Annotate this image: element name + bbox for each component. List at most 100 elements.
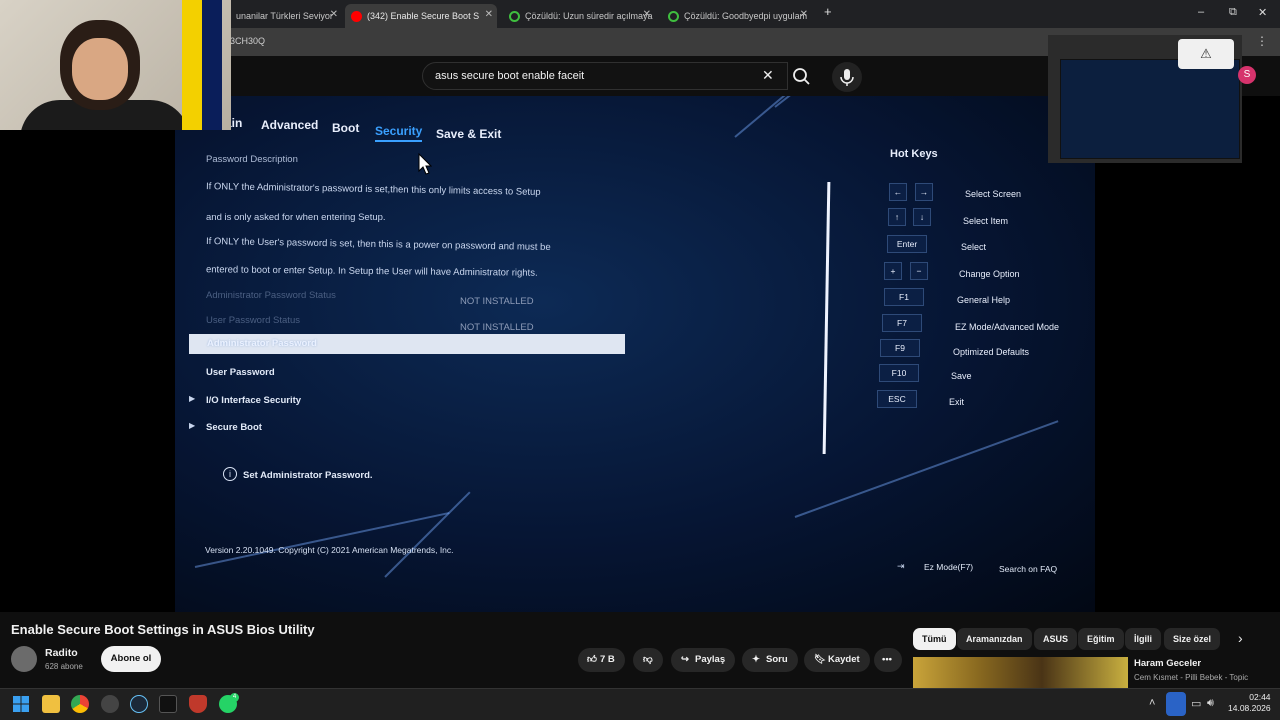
chip-all[interactable]: Tümü (913, 628, 956, 650)
video-title: Enable Secure Boot Settings in ASUS Bios… (11, 622, 315, 637)
close-tab-icon[interactable]: ✕ (485, 9, 493, 20)
terminal-icon[interactable] (159, 695, 177, 713)
close-tab-icon[interactable]: ✕ (330, 9, 338, 20)
app-icon[interactable] (101, 695, 119, 713)
user-password-status-value: NOT INSTALLED (460, 322, 534, 333)
hotkey-label: General Help (957, 295, 1011, 305)
share-button[interactable]: ↪ Paylaş (671, 648, 736, 672)
close-window-button[interactable]: ✕ (1258, 6, 1267, 19)
tab-1[interactable]: unanilar Türkleri Seviyor ✕ (230, 4, 342, 28)
bookmark-icon: 🔖︎ (814, 654, 827, 665)
tab-label: Çözüldü: Goodbyedpi uygulam (684, 11, 808, 21)
clock-date: 14.08.2026 (1228, 703, 1271, 713)
steam-icon[interactable] (130, 695, 148, 713)
picture-in-picture-window[interactable]: ⚠ (1048, 35, 1242, 163)
chip-education[interactable]: Eğitim (1078, 628, 1124, 650)
description-line: If ONLY the Administrator's password is … (205, 181, 541, 198)
url-text: 3CH30Q (230, 36, 266, 46)
bios-tab-security[interactable]: Security (375, 124, 423, 142)
bios-tab-save-exit[interactable]: Save & Exit (436, 127, 501, 141)
hotkey-esc: ESC (877, 390, 917, 408)
more-actions-button[interactable]: ••• (874, 648, 902, 672)
shield-app-icon[interactable] (189, 695, 207, 713)
hotkey-minus: − (910, 262, 928, 280)
network-icon[interactable]: ▭ (1191, 697, 1201, 710)
person-face (72, 38, 128, 100)
light-streak (734, 96, 874, 138)
file-explorer-icon[interactable] (42, 695, 60, 713)
bios-tab-boot[interactable]: Boot (332, 121, 359, 135)
whatsapp-badge: 4 (230, 693, 239, 702)
tray-chevron-icon[interactable]: ˄ (1149, 697, 1155, 709)
chip-from-search[interactable]: Aramanızdan (957, 628, 1032, 650)
share-icon: ↪ (681, 654, 689, 665)
ez-mode-link[interactable]: Ez Mode(F7) (924, 562, 973, 572)
password-description-header: Password Description (206, 154, 298, 165)
taskbar-clock[interactable]: 02:44 14.08.2026 (1228, 692, 1271, 714)
recommendation-thumbnail[interactable] (913, 657, 1128, 689)
close-tab-icon[interactable]: ✕ (800, 9, 808, 20)
close-tab-icon[interactable]: ✕ (643, 9, 651, 20)
tab-2[interactable]: (342) Enable Secure Boot S ✕ (345, 4, 497, 28)
bios-item-io-interface-security[interactable]: I/O Interface Security (206, 395, 301, 406)
search-faq-link[interactable]: Search on FAQ (999, 564, 1057, 574)
like-button[interactable]: 👍︎ 7 B (578, 648, 625, 672)
more-icon: ••• (882, 654, 892, 665)
bios-screen: ain Advanced Boot Security Save & Exit P… (175, 96, 1095, 612)
save-button[interactable]: 🔖︎ Kaydet (804, 648, 870, 672)
subscribe-button[interactable]: Abone ol (101, 646, 161, 672)
admin-password-status-value: NOT INSTALLED (460, 296, 534, 307)
chrome-icon[interactable] (71, 695, 89, 713)
bios-item-user-password[interactable]: User Password (206, 367, 275, 378)
hotkey-label: Select Screen (965, 189, 1022, 199)
search-input[interactable]: asus secure boot enable faceit (422, 62, 788, 90)
light-streak (794, 420, 1059, 518)
hotkey-label: Exit (949, 397, 965, 407)
channel-avatar[interactable] (11, 646, 37, 672)
exit-box-icon: ⇥ (897, 561, 905, 571)
chip-for-you[interactable]: Size özel (1164, 628, 1221, 650)
bios-item-secure-boot[interactable]: Secure Boot (206, 422, 262, 433)
recommendation-channel: Cem Kısmet - Pilli Bebek - Topic (1134, 673, 1249, 682)
recommendation-title[interactable]: Haram Geceler (1134, 658, 1201, 669)
hotkey-down: ↓ (913, 208, 931, 226)
bios-tab-advanced[interactable]: Advanced (261, 118, 318, 132)
maximize-button[interactable]: ⧉ (1229, 6, 1237, 19)
sparkle-icon: ✦ (752, 654, 760, 665)
save-label: Kaydet (828, 654, 860, 665)
warning-icon[interactable]: ⚠ (1178, 39, 1234, 69)
hotkey-up: ↑ (888, 208, 906, 226)
chip-asus[interactable]: ASUS (1034, 628, 1078, 650)
hotkey-plus: + (884, 262, 902, 280)
hotkey-enter: Enter (887, 235, 927, 253)
tab-4[interactable]: Çözüldü: Goodbyedpi uygulam ✕ (662, 4, 812, 28)
info-icon: i (223, 467, 237, 481)
chevron-right-icon[interactable]: › (1238, 630, 1243, 646)
tab-3[interactable]: Çözüldü: Uzun süredir açılmaya ✕ (503, 4, 655, 28)
dislike-button[interactable]: 👎︎ (633, 648, 663, 672)
windows-start-icon[interactable] (12, 695, 30, 713)
microphone-icon[interactable] (832, 62, 862, 92)
hotkey-right: → (915, 183, 933, 201)
hotkey-label: Optimized Defaults (953, 347, 1030, 357)
bios-scrollbar[interactable] (822, 181, 831, 455)
light-streak (384, 491, 471, 578)
submenu-arrow-icon: ▶ (189, 394, 196, 403)
microphone-tray-icon[interactable] (1166, 692, 1186, 716)
minimize-button[interactable]: – (1198, 6, 1204, 18)
light-streak (194, 511, 450, 568)
account-avatar[interactable]: S (1238, 66, 1256, 84)
new-tab-button[interactable]: + (824, 4, 832, 19)
browser-menu-icon[interactable]: ⋮ (1256, 34, 1268, 48)
chip-related[interactable]: İlgili (1125, 628, 1161, 650)
bios-item-administrator-password[interactable]: Administrator Password (189, 334, 625, 354)
volume-icon[interactable]: 🔊︎ (1207, 697, 1214, 710)
flag-banner (182, 0, 222, 130)
description-line: and is only asked for when entering Setu… (206, 212, 386, 223)
submenu-arrow-icon: ▶ (189, 421, 196, 430)
channel-name[interactable]: Radito (45, 647, 78, 659)
search-icon[interactable] (786, 62, 818, 90)
ask-button[interactable]: ✦ Soru (742, 648, 798, 672)
clear-search-icon[interactable]: ✕ (762, 67, 774, 84)
thumbs-up-icon: 👍︎ (587, 654, 597, 665)
